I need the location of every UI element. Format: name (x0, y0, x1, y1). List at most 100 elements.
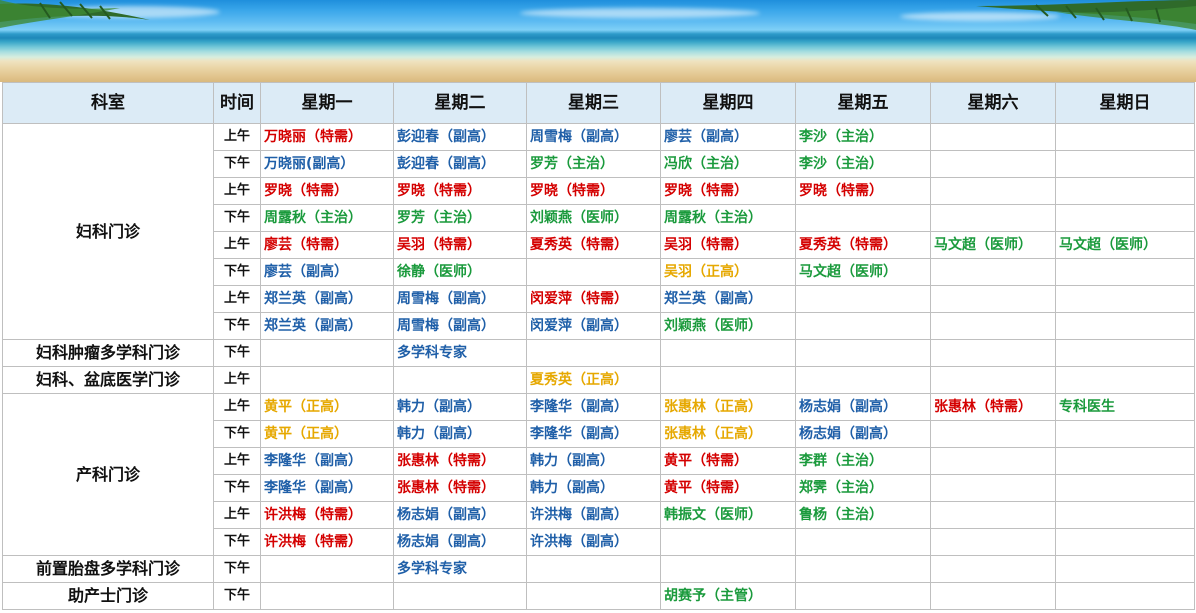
table-row: 前置胎盘多学科门诊 下午 多学科专家 (2, 555, 1195, 583)
time-cell: 上午 (213, 501, 261, 529)
doctor-cell: 多学科专家 (393, 339, 527, 367)
time-cell: 上午 (213, 123, 261, 151)
doctor-cell (930, 312, 1056, 340)
doctor-cell: 胡赛予（主管） (660, 582, 796, 610)
schedule-body: 妇科门诊 上午 万晓丽（特需） 彭迎春（副高） 周雪梅（副高） 廖芸（副高） 李沙（主治）下… (2, 123, 1195, 610)
doctor-cell: 韩振文（医师） (660, 501, 796, 529)
doctor-cell: 闵爱萍（特需） (526, 285, 661, 313)
doctor-cell: 专科医生 (1055, 393, 1195, 421)
doctor-cell (1055, 582, 1195, 610)
doctor-cell: 罗晓（特需） (393, 177, 527, 205)
time-cell: 下午 (213, 204, 261, 232)
doctor-cell: 李隆华（副高） (526, 393, 661, 421)
doctor-cell (930, 501, 1056, 529)
doctor-cell (1055, 204, 1195, 232)
doctor-cell: 郑霁（主治） (795, 474, 931, 502)
doctor-cell (930, 339, 1056, 367)
doctor-cell: 许洪梅（副高） (526, 501, 661, 529)
table-row: 产科门诊 上午 黄平（正高） 韩力（副高） 李隆华（副高） 张惠林（正高） 杨志娟（副高）张… (2, 393, 1195, 556)
doctor-cell: 李沙（主治） (795, 150, 931, 178)
doctor-cell: 罗晓（特需） (260, 177, 394, 205)
department-cell: 妇科、盆底医学门诊 (2, 366, 214, 394)
doctor-cell: 廖芸（副高） (260, 258, 394, 286)
doctor-cell: 李隆华（副高） (526, 420, 661, 448)
header-saturday: 星期六 (930, 82, 1056, 124)
doctor-cell (930, 528, 1056, 556)
doctor-cell: 彭迎春（副高） (393, 123, 527, 151)
department-cell: 前置胎盘多学科门诊 (2, 555, 214, 583)
doctor-cell (930, 582, 1056, 610)
doctor-cell: 韩力（副高） (393, 420, 527, 448)
table-row: 妇科、盆底医学门诊 上午 夏秀英（正高） (2, 366, 1195, 394)
time-cell: 下午 (213, 528, 261, 556)
doctor-cell (930, 366, 1056, 394)
table-row: 助产士门诊 下午 胡赛予（主管） (2, 582, 1195, 610)
doctor-cell: 夏秀英（特需） (795, 231, 931, 259)
doctor-cell (1055, 123, 1195, 151)
doctor-cell: 罗晓（特需） (660, 177, 796, 205)
doctor-cell (795, 204, 931, 232)
doctor-cell (795, 285, 931, 313)
doctor-cell (930, 123, 1056, 151)
doctor-cell: 多学科专家 (393, 555, 527, 583)
palm-leaf-right-icon (976, 0, 1196, 30)
time-cell: 上午 (213, 177, 261, 205)
department-cell: 产科门诊 (2, 393, 214, 556)
doctor-cell: 杨志娟（副高） (393, 528, 527, 556)
doctor-cell: 郑兰英（副高） (660, 285, 796, 313)
doctor-cell (1055, 501, 1195, 529)
doctor-cell: 万晓丽（特需） (260, 123, 394, 151)
doctor-cell: 许洪梅（特需） (260, 528, 394, 556)
doctor-cell: 罗芳（主治） (526, 150, 661, 178)
doctor-cell (1055, 312, 1195, 340)
doctor-cell: 李隆华（副高） (260, 447, 394, 475)
doctor-cell (795, 366, 931, 394)
doctor-cell (1055, 555, 1195, 583)
header-department: 科室 (2, 82, 214, 124)
doctor-cell (930, 285, 1056, 313)
doctor-cell: 周雪梅（副高） (393, 285, 527, 313)
department-cell: 妇科肿瘤多学科门诊 (2, 339, 214, 367)
time-cell: 下午 (213, 582, 261, 610)
doctor-cell (260, 555, 394, 583)
doctor-cell: 郑兰英（副高） (260, 312, 394, 340)
doctor-cell: 周雪梅（副高） (526, 123, 661, 151)
table-row: 妇科肿瘤多学科门诊 下午 多学科专家 (2, 339, 1195, 367)
table-row: 妇科门诊 上午 万晓丽（特需） 彭迎春（副高） 周雪梅（副高） 廖芸（副高） 李沙（主治） (2, 123, 1195, 340)
doctor-cell: 闵爱萍（副高） (526, 312, 661, 340)
doctor-cell: 夏秀英（正高） (526, 366, 661, 394)
doctor-cell (930, 420, 1056, 448)
time-cell: 下午 (213, 420, 261, 448)
doctor-cell: 黄平（正高） (260, 420, 394, 448)
doctor-cell (930, 258, 1056, 286)
doctor-cell: 廖芸（副高） (660, 123, 796, 151)
doctor-cell (393, 582, 527, 610)
doctor-cell (660, 555, 796, 583)
doctor-cell: 鲁杨（主治） (795, 501, 931, 529)
time-cell: 上午 (213, 285, 261, 313)
doctor-cell: 黄平（正高） (260, 393, 394, 421)
doctor-cell: 郑兰英（副高） (260, 285, 394, 313)
doctor-cell: 韩力（副高） (526, 474, 661, 502)
doctor-cell (1055, 177, 1195, 205)
doctor-cell: 张惠林（特需） (930, 393, 1056, 421)
doctor-cell (526, 339, 661, 367)
doctor-cell: 张惠林（特需） (393, 447, 527, 475)
doctor-cell: 周露秋（主治） (260, 204, 394, 232)
doctor-cell: 马文超（医师） (795, 258, 931, 286)
doctor-cell: 韩力（副高） (526, 447, 661, 475)
doctor-cell (526, 555, 661, 583)
time-cell: 上午 (213, 366, 261, 394)
doctor-cell (1055, 339, 1195, 367)
time-cell: 上午 (213, 393, 261, 421)
header-sunday: 星期日 (1055, 82, 1195, 124)
doctor-cell (1055, 258, 1195, 286)
doctor-cell (660, 339, 796, 367)
beach-banner (0, 0, 1196, 82)
doctor-cell (795, 339, 931, 367)
time-cell: 下午 (213, 150, 261, 178)
doctor-cell (930, 447, 1056, 475)
doctor-cell (260, 582, 394, 610)
doctor-cell: 吴羽（特需） (393, 231, 527, 259)
doctor-cell (393, 366, 527, 394)
